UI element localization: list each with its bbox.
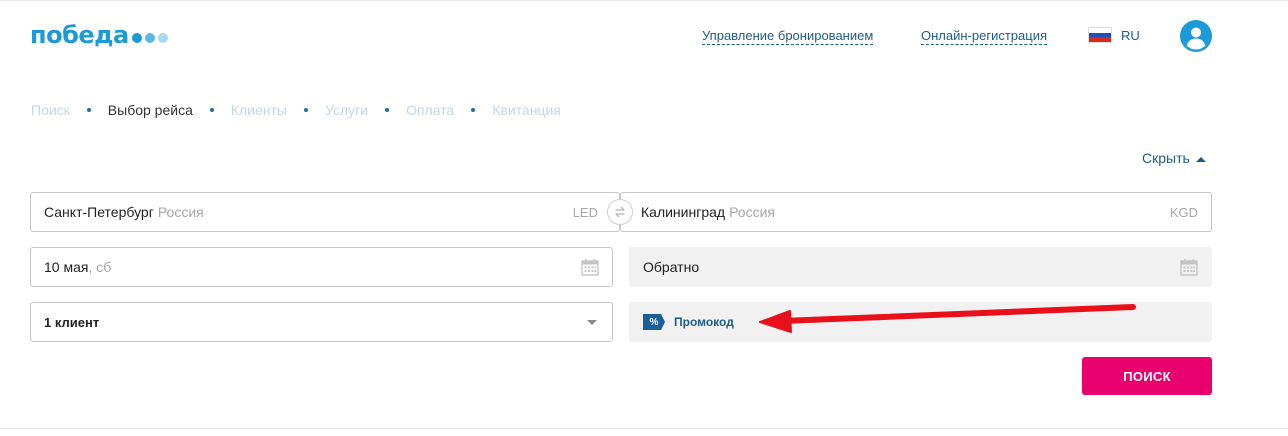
destination-field[interactable]: Калининград Россия KGD [620, 192, 1212, 232]
chevron-down-icon [587, 319, 597, 325]
logo-dot [131, 33, 142, 43]
language-selector[interactable]: RU [1088, 27, 1140, 43]
booking-steps-breadcrumb: Поиск Выбор рейса Клиенты Услуги Оплата … [31, 102, 561, 118]
origin-field[interactable]: Санкт-Петербург Россия LED [30, 192, 620, 232]
step-services: Услуги [325, 102, 369, 118]
step-separator-dot [304, 108, 308, 112]
calendar-icon [1180, 259, 1198, 276]
promo-code-label: Промокод [674, 315, 734, 329]
logo-dots [131, 33, 171, 43]
chevron-up-icon [1195, 156, 1206, 162]
step-payment: Оплата [406, 102, 455, 118]
origin-city: Санкт-Петербург [44, 204, 154, 220]
promo-code-field[interactable]: % Промокод [629, 302, 1212, 342]
return-date-field[interactable]: Обратно [629, 247, 1212, 287]
percent-tag-icon: % [643, 314, 665, 330]
step-search[interactable]: Поиск [31, 102, 70, 118]
origin-code: LED [572, 204, 598, 220]
step-separator-dot [209, 108, 214, 112]
destination-code: KGD [1169, 204, 1198, 220]
step-separator-dot [471, 108, 476, 112]
departure-weekday: , сб [88, 259, 112, 275]
pobeda-logo[interactable]: победа [30, 22, 171, 48]
step-separator-dot [86, 108, 91, 112]
step-separator-dot [385, 108, 390, 112]
top-divider [0, 0, 1288, 1]
step-receipt: Квитанция [492, 102, 561, 118]
logo-dot [157, 33, 168, 43]
manage-booking-link[interactable]: Управление бронированием [702, 28, 874, 45]
swap-arrows-icon [615, 206, 625, 218]
hide-search-label: Скрыть [1142, 150, 1190, 166]
destination-city: Калининград [641, 204, 726, 220]
origin-country: Россия [157, 204, 204, 220]
return-date-placeholder: Обратно [643, 259, 700, 275]
search-button[interactable]: ПОИСК [1082, 357, 1212, 395]
logo-dot [144, 33, 155, 43]
bottom-divider [0, 428, 1288, 429]
logo-text: победа [30, 21, 129, 49]
russia-flag-icon [1088, 27, 1112, 43]
step-flight-selection: Выбор рейса [107, 102, 193, 118]
step-clients: Клиенты [230, 102, 287, 118]
departure-date-field[interactable]: 10 мая , сб [30, 247, 613, 287]
online-checkin-link[interactable]: Онлайн-регистрация [921, 28, 1048, 45]
passengers-select[interactable]: 1 клиент [30, 302, 613, 342]
calendar-icon [581, 259, 599, 276]
language-code: RU [1121, 27, 1140, 43]
destination-country: Россия [729, 204, 775, 220]
hide-search-toggle[interactable]: Скрыть [1142, 150, 1206, 166]
user-avatar-icon[interactable] [1180, 20, 1212, 52]
passengers-value: 1 клиент [44, 314, 100, 330]
departure-date-value: 10 мая [44, 259, 89, 275]
swap-direction-button[interactable] [607, 199, 633, 225]
